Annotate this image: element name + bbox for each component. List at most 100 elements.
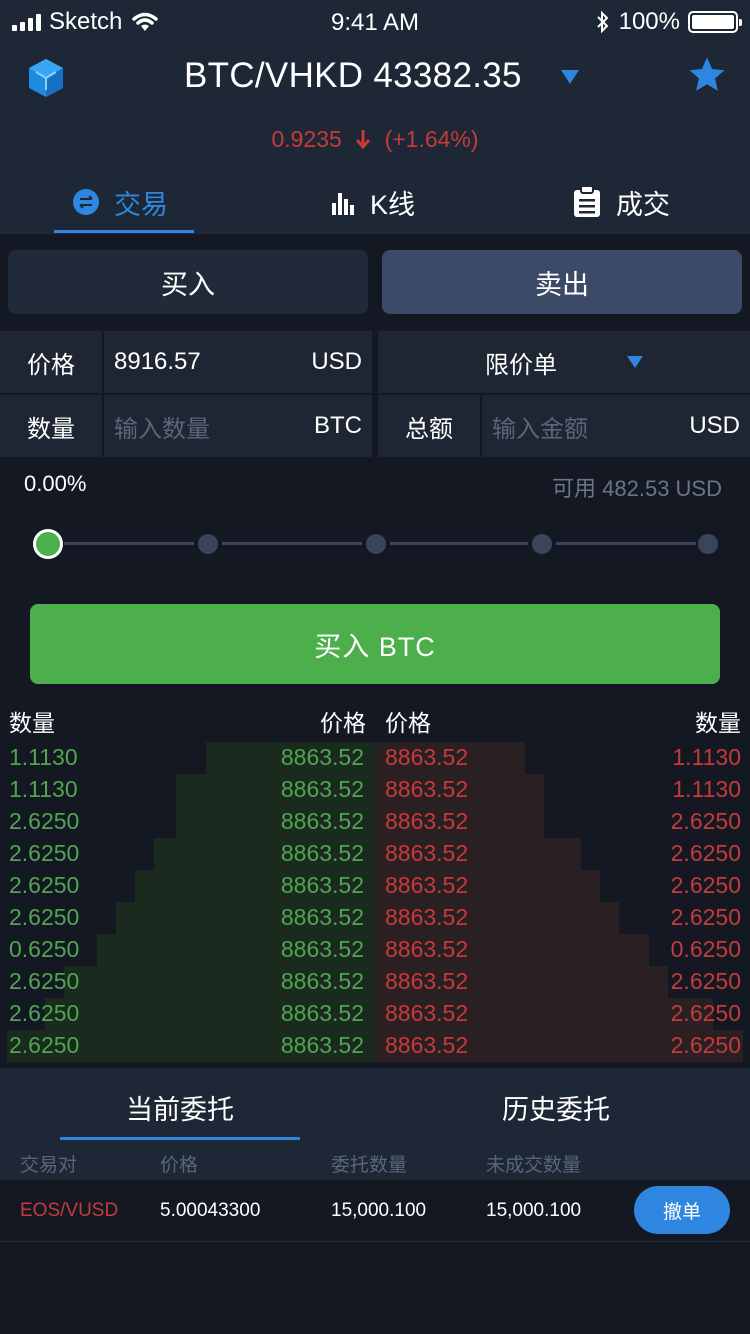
total-placeholder: 输入金额 <box>492 415 588 443</box>
exchange-icon <box>73 189 99 215</box>
qty-input[interactable]: 输入数量 BTC <box>104 395 372 457</box>
qty-label: 数量 <box>0 395 102 457</box>
logo-icon <box>29 59 63 97</box>
orderbook-row[interactable]: 2.6250 8863.52 8863.52 2.6250 <box>0 806 750 838</box>
buy-qty: 2.6250 <box>9 1000 80 1026</box>
sell-price: 8863.52 <box>385 840 469 866</box>
buy-qty: 2.6250 <box>9 968 80 994</box>
clipboard-icon <box>574 186 600 217</box>
price-change: 0.9235 (+1.64%) <box>0 126 750 153</box>
total-input[interactable]: 输入金额 USD <box>482 395 750 457</box>
favorite-star-icon[interactable] <box>686 54 728 96</box>
sell-price: 8863.52 <box>385 1032 469 1058</box>
sell-qty: 1.1130 <box>672 776 741 802</box>
buy-qty: 0.6250 <box>9 936 80 962</box>
bluetooth-icon <box>596 10 609 34</box>
sell-qty: 2.6250 <box>670 840 741 866</box>
slider-knob-100[interactable] <box>698 534 718 554</box>
sell-qty: 2.6250 <box>670 1032 741 1058</box>
sell-price: 8863.52 <box>385 936 469 962</box>
buy-btc-button[interactable]: 买入 BTC <box>30 604 720 684</box>
order-type-value: 限价单 <box>485 351 557 379</box>
buy-price: 8863.52 <box>280 744 364 770</box>
orderbook-row[interactable]: 2.6250 8863.52 8863.52 2.6250 <box>0 1030 750 1062</box>
order-pair: EOS/VUSD <box>20 1200 119 1221</box>
tab-trade[interactable]: 交易 <box>72 170 168 234</box>
orderbook-row[interactable]: 2.6250 8863.52 8863.52 2.6250 <box>0 998 750 1030</box>
col-price: 价格 <box>160 1155 199 1176</box>
col-pair: 交易对 <box>20 1155 78 1176</box>
percent-value: 0.00% <box>24 471 87 496</box>
slider-knob-25[interactable] <box>198 534 218 554</box>
sell-price: 8863.52 <box>385 872 469 898</box>
orderbook-row[interactable]: 0.6250 8863.52 8863.52 0.6250 <box>0 934 750 966</box>
pair-title[interactable]: BTC/VHKD 43382.35 <box>184 56 522 96</box>
total-label: 总额 <box>378 395 480 457</box>
orderbook-row[interactable]: 2.6250 8863.52 8863.52 2.6250 <box>0 870 750 902</box>
tab-kline[interactable]: K线 <box>332 170 415 234</box>
buy-qty: 2.6250 <box>9 840 80 866</box>
orderbook-row[interactable]: 2.6250 8863.52 8863.52 2.6250 <box>0 838 750 870</box>
buy-price: 8863.52 <box>280 872 364 898</box>
order-unfilled: 15,000.100 <box>486 1200 582 1221</box>
orderbook-row[interactable]: 2.6250 8863.52 8863.52 2.6250 <box>0 902 750 934</box>
buy-qty: 2.6250 <box>9 872 80 898</box>
sell-qty: 2.6250 <box>670 968 741 994</box>
slider-knob-50[interactable] <box>366 534 386 554</box>
buy-price: 8863.52 <box>280 840 364 866</box>
tab-history-orders[interactable]: 历史委托 <box>502 1088 610 1127</box>
change-value: 0.9235 <box>271 126 342 152</box>
tab-label: 成交 <box>616 189 670 220</box>
change-pct: (+1.64%) <box>384 126 479 152</box>
cancel-order-button[interactable]: 撤单 <box>634 1186 730 1234</box>
orderbook-row[interactable]: 1.1130 8863.52 8863.52 1.1130 <box>0 742 750 774</box>
down-arrow-icon <box>356 130 371 150</box>
total-unit: USD <box>689 412 740 439</box>
buy-qty: 1.1130 <box>9 744 78 770</box>
sell-price: 8863.52 <box>385 808 469 834</box>
buy-price: 8863.52 <box>280 1032 364 1058</box>
qty-placeholder: 输入数量 <box>114 415 210 443</box>
ob-header-buy-price: 价格 <box>320 710 366 736</box>
tab-underline <box>54 230 194 233</box>
orders-table-header: 交易对 价格 委托数量 未成交数量 <box>0 1140 750 1180</box>
pair-dropdown-icon[interactable] <box>561 70 579 84</box>
status-bar: Sketch 9:41 AM 100% <box>0 0 750 44</box>
bar-chart-icon <box>332 193 354 215</box>
slider-knob-0[interactable] <box>33 529 63 559</box>
sell-price: 8863.52 <box>385 744 469 770</box>
sell-segment-button[interactable]: 卖出 <box>382 250 742 314</box>
price-input[interactable]: 8916.57 USD <box>104 331 372 393</box>
buy-qty: 2.6250 <box>9 1032 80 1058</box>
buy-segment-button[interactable]: 买入 <box>8 250 368 314</box>
battery-icon <box>688 11 742 33</box>
tab-label: K线 <box>370 189 416 220</box>
sell-qty: 2.6250 <box>670 1000 741 1026</box>
order-type-select[interactable]: 限价单 <box>378 331 750 393</box>
qty-unit: BTC <box>314 412 362 439</box>
chevron-down-icon <box>627 356 643 368</box>
buy-qty: 2.6250 <box>9 808 80 834</box>
tab-label: 交易 <box>114 189 168 220</box>
orderbook-row[interactable]: 1.1130 8863.52 8863.52 1.1130 <box>0 774 750 806</box>
buy-qty: 1.1130 <box>9 776 78 802</box>
tab-deals[interactable]: 成交 <box>572 170 670 234</box>
sell-qty: 0.6250 <box>670 936 741 962</box>
buy-price: 8863.52 <box>280 776 364 802</box>
price-value: 8916.57 <box>114 348 201 375</box>
sell-price: 8863.52 <box>385 1000 469 1026</box>
buy-price: 8863.52 <box>280 808 364 834</box>
slider-knob-75[interactable] <box>532 534 552 554</box>
battery-percent: 100% <box>618 8 680 35</box>
slider-track <box>390 542 528 545</box>
tab-current-orders[interactable]: 当前委托 <box>126 1088 234 1127</box>
sell-price: 8863.52 <box>385 904 469 930</box>
available-balance: 可用 482.53 USD <box>552 476 722 501</box>
sell-price: 8863.52 <box>385 968 469 994</box>
slider-track <box>222 542 362 545</box>
order-qty: 15,000.100 <box>331 1200 427 1221</box>
slider-track <box>64 542 194 545</box>
status-right: 100% <box>595 8 742 36</box>
orderbook-row[interactable]: 2.6250 8863.52 8863.52 2.6250 <box>0 966 750 998</box>
buy-price: 8863.52 <box>280 1000 364 1026</box>
